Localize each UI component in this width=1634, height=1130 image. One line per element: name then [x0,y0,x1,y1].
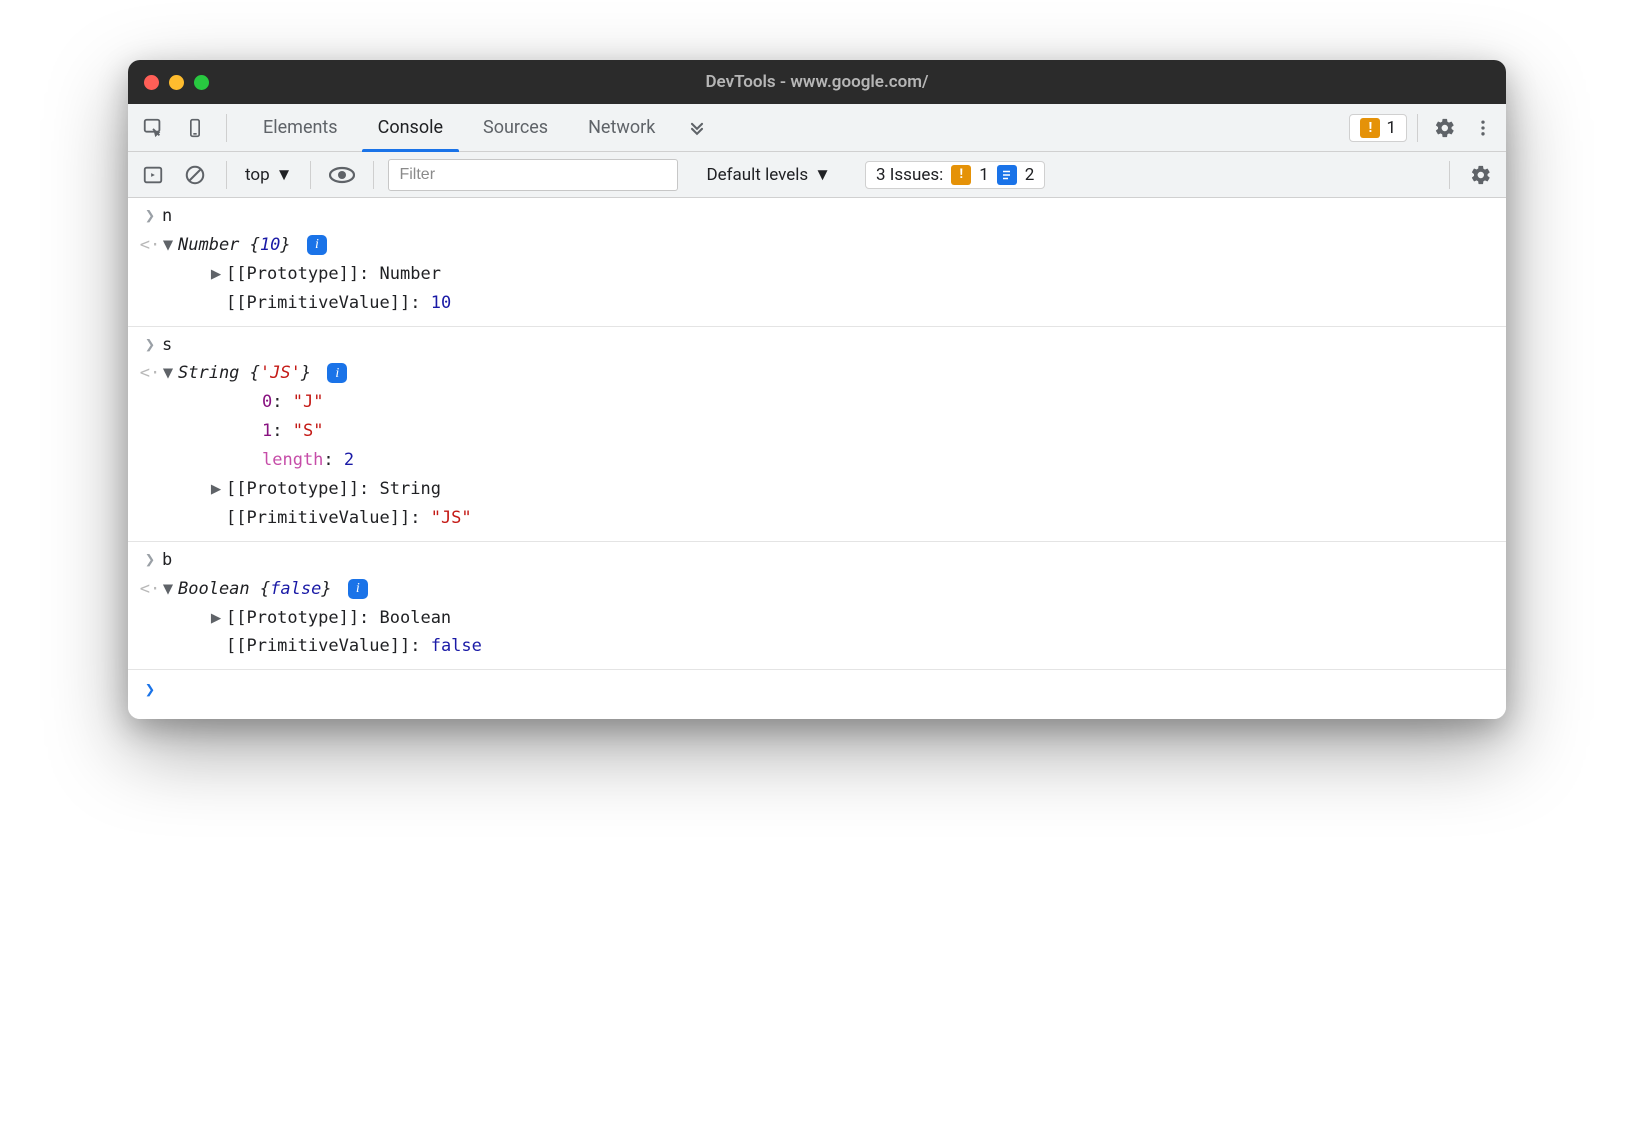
issues-label: 3 Issues: [876,165,943,185]
object-summary[interactable]: ▼Number {10} i [162,231,1506,260]
console-toolbar: top ▼ Default levels ▼ 3 Issues: ! 1 2 [128,152,1506,198]
output-chevron-icon: <· [138,231,162,260]
console-input-text: b [162,546,1506,575]
spacer [246,446,258,475]
expand-toggle-icon[interactable]: ▼ [162,231,174,260]
console-entry: ❯b<·▼Boolean {false} i▶[[Prototype]]: Bo… [128,542,1506,671]
warning-icon: ! [951,165,971,185]
levels-label: Default levels [706,165,808,185]
clear-console-icon[interactable] [178,158,212,192]
issues-info-count: 2 [1025,165,1035,185]
window-title: DevTools - www.google.com/ [128,72,1506,92]
warnings-indicator[interactable]: ! 1 [1349,114,1407,142]
info-icon[interactable]: i [307,235,327,255]
info-icon[interactable]: i [327,363,347,383]
object-property[interactable]: [[PrimitiveValue]]: "JS" [162,504,1506,533]
prompt-chevron-icon: ❯ [138,676,162,705]
expand-toggle-icon[interactable]: ▶ [210,604,222,633]
context-label: top [245,165,270,185]
chevron-down-icon: ▼ [276,165,293,185]
object-property[interactable]: 0: "J" [162,388,1506,417]
tab-network[interactable]: Network [568,104,675,151]
settings-button[interactable] [1428,111,1462,145]
output-chevron-icon: <· [138,575,162,604]
spacer [246,417,258,446]
issues-indicator[interactable]: 3 Issues: ! 1 2 [865,161,1045,189]
filter-input[interactable] [388,159,678,191]
separator [226,114,227,142]
input-chevron-icon: ❯ [138,331,162,360]
live-expression-icon[interactable] [325,158,359,192]
object-property[interactable]: 1: "S" [162,417,1506,446]
issues-warn-count: 1 [979,165,989,185]
spacer [210,504,222,533]
expand-toggle-icon[interactable]: ▶ [210,475,222,504]
panel-tabs: Elements Console Sources Network [243,104,675,151]
console-entry: ❯s<·▼String {'JS'} i 0: "J" 1: "S" lengt… [128,327,1506,542]
separator [310,161,311,189]
inspect-element-icon[interactable] [136,111,170,145]
sidebar-toggle-icon[interactable] [136,158,170,192]
object-summary[interactable]: ▼String {'JS'} i [162,359,1506,388]
expand-toggle-icon[interactable]: ▼ [162,359,174,388]
separator [226,161,227,189]
console-settings-icon[interactable] [1464,158,1498,192]
tab-label: Console [378,117,443,138]
log-levels-selector[interactable]: Default levels ▼ [706,165,831,185]
main-tabbar: Elements Console Sources Network ! 1 [128,104,1506,152]
object-property[interactable]: length: 2 [162,446,1506,475]
expand-toggle-icon[interactable]: ▼ [162,575,174,604]
context-selector[interactable]: top ▼ [241,165,296,185]
info-icon[interactable]: i [348,579,368,599]
console-output: ❯n<·▼Number {10} i▶[[Prototype]]: Number… [128,198,1506,719]
tab-label: Sources [483,117,548,138]
tab-console[interactable]: Console [358,104,463,151]
object-summary[interactable]: ▼Boolean {false} i [162,575,1506,604]
info-icon [997,165,1017,185]
chevron-down-icon: ▼ [814,165,831,185]
console-entry: ❯n<·▼Number {10} i▶[[Prototype]]: Number… [128,198,1506,327]
separator [373,161,374,189]
tab-sources[interactable]: Sources [463,104,568,151]
input-chevron-icon: ❯ [138,546,162,575]
minimize-window-button[interactable] [169,75,184,90]
tab-label: Elements [263,117,338,138]
maximize-window-button[interactable] [194,75,209,90]
close-window-button[interactable] [144,75,159,90]
more-tabs-button[interactable] [675,104,719,151]
input-chevron-icon: ❯ [138,202,162,231]
expand-toggle-icon[interactable]: ▶ [210,260,222,289]
device-toolbar-icon[interactable] [178,111,212,145]
spacer [210,632,222,661]
separator [1449,161,1450,189]
object-property[interactable]: [[PrimitiveValue]]: 10 [162,289,1506,318]
kebab-menu-button[interactable] [1466,111,1500,145]
window-controls [144,75,209,90]
titlebar: DevTools - www.google.com/ [128,60,1506,104]
object-property[interactable]: ▶[[Prototype]]: Number [162,260,1506,289]
object-property[interactable]: ▶[[Prototype]]: String [162,475,1506,504]
devtools-window: DevTools - www.google.com/ Elements Cons… [128,60,1506,719]
output-chevron-icon: <· [138,359,162,388]
spacer [246,388,258,417]
tab-elements[interactable]: Elements [243,104,358,151]
warning-icon: ! [1360,118,1380,138]
warnings-count: 1 [1386,118,1396,138]
spacer [210,289,222,318]
object-property[interactable]: [[PrimitiveValue]]: false [162,632,1506,661]
separator [1417,114,1418,142]
console-input-text: n [162,202,1506,231]
console-input-text: s [162,331,1506,360]
console-prompt[interactable]: ❯ [128,670,1506,719]
object-property[interactable]: ▶[[Prototype]]: Boolean [162,604,1506,633]
tab-label: Network [588,117,655,138]
